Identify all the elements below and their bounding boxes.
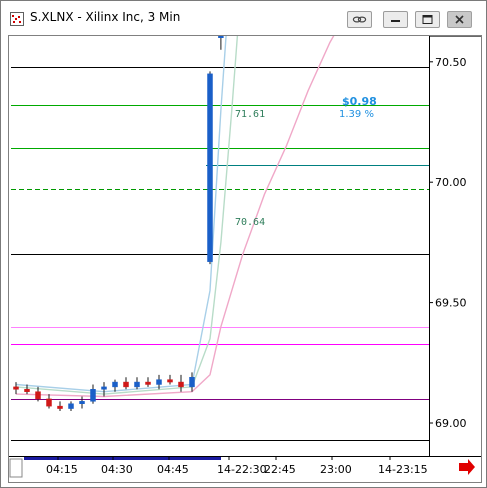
close-icon bbox=[455, 15, 464, 24]
window-title: S.XLNX - Xilinx Inc, 3 Min bbox=[30, 10, 181, 24]
candle-body bbox=[167, 379, 173, 383]
arrow-right-icon[interactable] bbox=[459, 459, 475, 475]
candle-body bbox=[101, 386, 107, 390]
moving-average-line bbox=[15, 36, 239, 395]
minimize-icon bbox=[391, 20, 400, 22]
candle-body bbox=[68, 403, 74, 409]
measure-percent-label: 1.39 % bbox=[339, 109, 374, 120]
time-label: 04:15 bbox=[46, 463, 78, 476]
candle-body bbox=[145, 381, 151, 385]
moving-average-line bbox=[15, 36, 227, 393]
candle-body bbox=[46, 398, 52, 407]
chart-area[interactable]: $0.981.39 %71.6170.64 72.0071.5071.0070.… bbox=[8, 35, 482, 483]
candle-body bbox=[13, 386, 19, 390]
title-bar[interactable]: S.XLNX - Xilinx Inc, 3 Min bbox=[1, 1, 486, 35]
price-label: 70.00 bbox=[435, 176, 467, 189]
time-label: 22:45 bbox=[264, 463, 296, 476]
minimize-button[interactable] bbox=[383, 11, 408, 28]
chart-icon bbox=[10, 12, 24, 26]
candle-body bbox=[57, 405, 63, 409]
measure-top-value: 71.61 bbox=[235, 109, 265, 120]
moving-average-line bbox=[15, 36, 335, 398]
candle-body bbox=[90, 389, 96, 402]
time-label: 04:30 bbox=[101, 463, 133, 476]
candle-body bbox=[79, 401, 85, 404]
candle-body bbox=[207, 73, 213, 262]
price-label: 69.00 bbox=[435, 417, 467, 430]
candle-body bbox=[218, 36, 224, 38]
chart-window: S.XLNX - Xilinx Inc, 3 Min $0.98 1.39 % … bbox=[0, 0, 487, 488]
time-label: 23:00 bbox=[320, 463, 352, 476]
candle-body bbox=[189, 376, 195, 388]
measure-bottom-value: 70.64 bbox=[235, 217, 265, 228]
session-bar bbox=[24, 457, 221, 460]
close-button[interactable] bbox=[447, 11, 472, 28]
price-label: 69.50 bbox=[435, 297, 467, 310]
candle-body bbox=[156, 379, 162, 385]
time-label: 14-22:30 bbox=[217, 463, 267, 476]
candle-body bbox=[35, 391, 41, 400]
maximize-icon bbox=[422, 15, 433, 24]
scroll-corner[interactable] bbox=[9, 458, 23, 478]
maximize-button[interactable] bbox=[415, 11, 440, 28]
candle-body bbox=[178, 381, 184, 388]
price-label: 70.50 bbox=[435, 56, 467, 69]
time-label: 14-23:15 bbox=[378, 463, 428, 476]
link-icon bbox=[352, 16, 367, 23]
link-button[interactable] bbox=[347, 11, 372, 28]
candle-body bbox=[123, 381, 129, 388]
candle-body bbox=[24, 389, 30, 392]
candle-body bbox=[112, 381, 118, 388]
price-chart[interactable]: $0.981.39 %71.6170.64 72.0071.5071.0070.… bbox=[9, 36, 481, 482]
candle-body bbox=[134, 381, 140, 388]
measure-change-label: $0.98 bbox=[342, 95, 377, 108]
time-label: 04:45 bbox=[157, 463, 189, 476]
